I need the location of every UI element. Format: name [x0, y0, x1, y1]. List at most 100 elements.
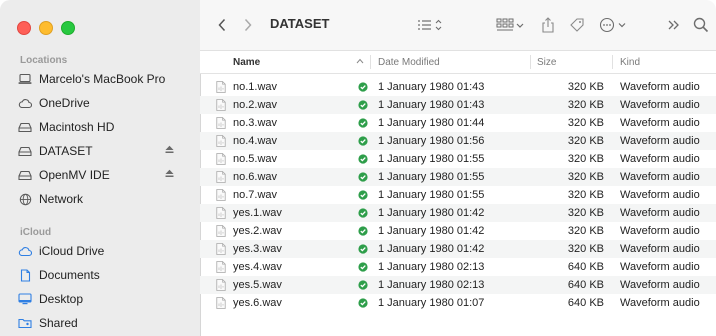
minimize-window-button[interactable] [39, 21, 53, 35]
list-view-icon [418, 19, 442, 31]
file-row[interactable]: no.2.wav 1 January 1980 01:43 320 KB Wavefo… [200, 96, 716, 114]
audio-file-icon [216, 99, 226, 111]
column-header-name[interactable]: Name [233, 57, 260, 68]
sidebar-item-label: Documents [39, 268, 100, 282]
file-date-modified: 1 January 1980 02:13 [378, 261, 485, 273]
zoom-window-button[interactable] [61, 21, 75, 35]
file-row[interactable]: no.6.wav 1 January 1980 01:55 320 KB Wavefo… [200, 168, 716, 186]
sidebar-item-network[interactable]: Network [14, 188, 186, 210]
view-options-button[interactable] [416, 15, 446, 35]
file-row[interactable]: yes.2.wav 1 January 1980 01:42 320 KB Wavef… [200, 222, 716, 240]
ellipsis-circle-icon [599, 17, 626, 33]
document-icon [18, 268, 32, 282]
file-kind: Waveform audio [620, 243, 700, 255]
close-window-button[interactable] [17, 21, 31, 35]
file-kind: Waveform audio [620, 297, 700, 309]
sidebar: Locations Marcelo's MacBook Pro OneDrive… [0, 0, 201, 336]
sync-check-icon [358, 154, 368, 164]
search-icon [693, 17, 709, 33]
laptop-icon [18, 72, 32, 86]
desktop-icon [18, 292, 32, 306]
sort-ascending-icon [356, 56, 364, 67]
sidebar-item-documents[interactable]: Documents [14, 264, 186, 286]
sidebar-item-dataset[interactable]: DATASET [14, 140, 186, 162]
file-size: 320 KB [567, 207, 604, 219]
column-header-row: Name Date Modified Size Kind [200, 51, 716, 74]
more-toolbar-button[interactable] [666, 15, 682, 35]
file-row[interactable]: yes.6.wav 1 January 1980 01:07 640 KB Wavef… [200, 294, 716, 312]
sidebar-item-label: iCloud Drive [39, 244, 105, 258]
file-row[interactable]: yes.5.wav 1 January 1980 02:13 640 KB Wavef… [200, 276, 716, 294]
globe-icon [18, 192, 32, 206]
action-menu-button[interactable] [598, 15, 630, 35]
file-row[interactable]: yes.3.wav 1 January 1980 01:42 320 KB Wavef… [200, 240, 716, 258]
file-row[interactable]: no.5.wav 1 January 1980 01:55 320 KB Wavefo… [200, 150, 716, 168]
sidebar-item-label: Shared [39, 316, 78, 330]
audio-file-icon [216, 135, 226, 147]
sidebar-item-label: OpenMV IDE [39, 168, 110, 182]
audio-file-icon [216, 153, 226, 165]
file-date-modified: 1 January 1980 01:55 [378, 171, 485, 183]
file-name: no.2.wav [233, 99, 278, 111]
cloud-icon [18, 96, 32, 110]
file-size: 640 KB [567, 279, 604, 291]
column-divider[interactable] [612, 55, 613, 69]
sidebar-item-openmv-ide[interactable]: OpenMV IDE [14, 164, 186, 186]
disk-icon [18, 120, 32, 134]
audio-file-icon [216, 261, 226, 273]
file-row[interactable]: no.7.wav 1 January 1980 01:55 320 KB Wavefo… [200, 186, 716, 204]
sidebar-item-icloud-drive[interactable]: iCloud Drive [14, 240, 186, 262]
file-row[interactable]: no.1.wav 1 January 1980 01:43 320 KB Wavefo… [200, 78, 716, 96]
file-row[interactable]: no.4.wav 1 January 1980 01:56 320 KB Wavefo… [200, 132, 716, 150]
column-header-date-modified[interactable]: Date Modified [378, 57, 440, 68]
file-date-modified: 1 January 1980 01:42 [378, 243, 485, 255]
sync-check-icon [358, 262, 368, 272]
sidebar-item-label: Network [39, 192, 84, 206]
sidebar-item-onedrive[interactable]: OneDrive [14, 92, 186, 114]
sync-check-icon [358, 244, 368, 254]
file-name: yes.4.wav [233, 261, 282, 273]
column-divider[interactable] [530, 55, 531, 69]
file-date-modified: 1 January 1980 01:43 [378, 81, 485, 93]
sidebar-item-shared[interactable]: Shared [14, 312, 186, 334]
column-header-kind[interactable]: Kind [620, 57, 640, 68]
search-button[interactable] [692, 15, 710, 35]
sidebar-item-macbook-pro[interactable]: Marcelo's MacBook Pro [14, 68, 186, 90]
file-size: 320 KB [567, 171, 604, 183]
file-size: 320 KB [567, 99, 604, 111]
share-icon [542, 17, 554, 33]
sync-check-icon [358, 172, 368, 182]
cloud-icon [18, 244, 32, 258]
file-name: no.4.wav [233, 135, 278, 147]
file-row[interactable]: yes.4.wav 1 January 1980 02:13 640 KB Wavef… [200, 258, 716, 276]
file-size: 320 KB [567, 117, 604, 129]
sync-check-icon [358, 136, 368, 146]
group-button[interactable] [495, 15, 527, 35]
tags-button[interactable] [568, 15, 586, 35]
file-date-modified: 1 January 1980 01:55 [378, 153, 485, 165]
back-button[interactable] [212, 15, 232, 35]
file-date-modified: 1 January 1980 01:43 [378, 99, 485, 111]
sidebar-item-desktop[interactable]: Desktop [14, 288, 186, 310]
file-name: no.1.wav [233, 81, 278, 93]
eject-icon[interactable] [164, 144, 178, 158]
column-divider[interactable] [370, 55, 371, 69]
file-row[interactable]: yes.1.wav 1 January 1980 01:42 320 KB Wavef… [200, 204, 716, 222]
file-name: no.6.wav [233, 171, 278, 183]
file-row[interactable]: no.3.wav 1 January 1980 01:44 320 KB Wavefo… [200, 114, 716, 132]
sidebar-item-macintosh-hd[interactable]: Macintosh HD [14, 116, 186, 138]
sidebar-item-label: DATASET [39, 144, 93, 158]
file-kind: Waveform audio [620, 189, 700, 201]
audio-file-icon [216, 243, 226, 255]
column-header-size[interactable]: Size [537, 57, 556, 68]
sync-check-icon [358, 226, 368, 236]
file-list: no.1.wav 1 January 1980 01:43 320 KB Wavefo… [200, 78, 716, 312]
shared-folder-icon [18, 316, 32, 330]
share-button[interactable] [540, 15, 556, 35]
file-kind: Waveform audio [620, 279, 700, 291]
eject-icon[interactable] [164, 168, 178, 182]
file-size: 320 KB [567, 153, 604, 165]
forward-button[interactable] [238, 15, 258, 35]
audio-file-icon [216, 279, 226, 291]
audio-file-icon [216, 225, 226, 237]
